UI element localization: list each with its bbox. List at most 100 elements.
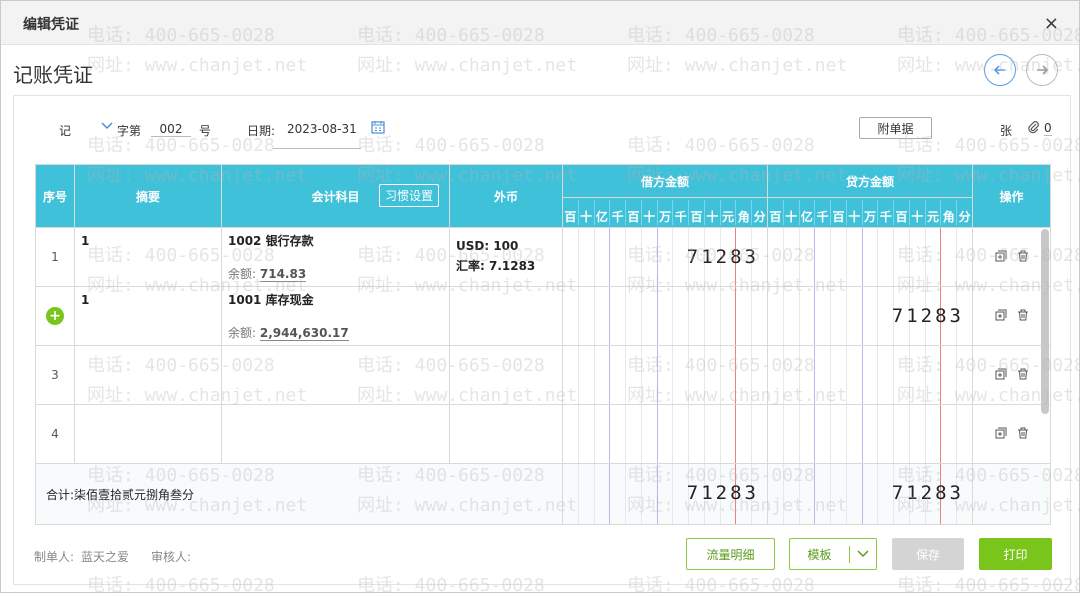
copy-icon[interactable]: [995, 427, 1007, 439]
habit-settings-button[interactable]: 习惯设置: [378, 184, 439, 207]
currency-cell[interactable]: [449, 404, 563, 464]
credit-cell[interactable]: 71283: [767, 286, 973, 346]
account-cell[interactable]: [221, 345, 450, 405]
account-cell[interactable]: [221, 404, 450, 464]
header-account: 会计科目 习惯设置: [221, 164, 450, 228]
copy-icon[interactable]: [995, 309, 1007, 321]
template-label: 模板: [790, 545, 850, 563]
fx-rate: 汇率: 7.1283: [456, 259, 536, 273]
header-currency: 外币: [449, 164, 563, 228]
seq-cell: 3: [35, 345, 75, 405]
digit-header-cell: 亿: [593, 200, 610, 225]
header-account-label: 会计科目: [311, 189, 360, 204]
digit-header-cell: 千: [609, 200, 625, 225]
copy-icon[interactable]: [995, 250, 1007, 262]
balance: 余额: 714.83: [228, 265, 307, 282]
copy-icon[interactable]: [995, 368, 1007, 380]
header-credit: 贷方金额: [767, 164, 973, 198]
header-ops: 操作: [972, 164, 1051, 228]
digit-header-cell: 角: [735, 200, 751, 225]
debit-cell[interactable]: 71283: [562, 227, 768, 287]
digit-header-cell: 百: [830, 200, 846, 225]
voucher-type[interactable]: 记: [59, 122, 71, 139]
currency-cell[interactable]: [449, 286, 563, 346]
digit-header-cell: 分: [956, 200, 972, 225]
paperclip-icon[interactable]: [1027, 120, 1041, 137]
attach-count[interactable]: 0: [1044, 121, 1052, 136]
account-cell[interactable]: 1002 银行存款 余额: 714.83: [221, 227, 450, 287]
seq-cell: +: [35, 286, 75, 346]
watermark-text: 网址: www.chanjet.net: [627, 55, 848, 76]
prev-voucher-button[interactable]: [984, 54, 1016, 86]
table-row[interactable]: +1 1001 库存现金 余额: 2,944,630.17 71283: [35, 286, 1051, 346]
digit-header-cell: 十: [640, 200, 657, 225]
dialog-title: 编辑凭证: [23, 17, 79, 33]
table-row[interactable]: 3: [35, 345, 1051, 405]
header-debit: 借方金额: [562, 164, 768, 198]
seq-cell: 4: [35, 404, 75, 464]
row-seq: 3: [51, 368, 59, 382]
digit-header-cell: 千: [672, 200, 688, 225]
trash-icon[interactable]: [1017, 427, 1029, 439]
voucher-table: 序号 摘要 会计科目 习惯设置 外币 借方金额 贷方金额 操作 百十亿千百十万千…: [35, 164, 1051, 525]
arrow-right-icon: [1037, 65, 1049, 75]
digit-header-cell: 千: [877, 200, 893, 225]
flow-detail-button[interactable]: 流量明细: [686, 538, 775, 570]
summary-cell[interactable]: 1: [74, 286, 222, 346]
template-button[interactable]: 模板: [789, 538, 877, 570]
digit-header-cell: 十: [703, 200, 720, 225]
summary-cell[interactable]: [74, 345, 222, 405]
chevron-down-icon[interactable]: [101, 120, 113, 134]
watermark-text: 网址: www.chanjet.net: [357, 55, 578, 76]
credit-cell[interactable]: [767, 404, 973, 464]
table-row[interactable]: 4: [35, 404, 1051, 464]
date-label: 日期:: [247, 124, 276, 138]
balance: 余额: 2,944,630.17: [228, 324, 349, 341]
voucher-number-input[interactable]: 002: [151, 122, 191, 137]
digit-header-cell: 元: [924, 200, 941, 225]
reviewer-label: 审核人:: [151, 550, 192, 564]
calendar-icon[interactable]: [371, 120, 385, 137]
digit-header-cell: 万: [861, 200, 878, 225]
save-button[interactable]: 保存: [892, 538, 964, 570]
row-seq: 1: [51, 250, 59, 264]
currency-cell[interactable]: USD: 100 汇率: 7.1283: [449, 227, 563, 287]
digit-header-cell: 百: [688, 200, 704, 225]
digit-header-cell: 百: [893, 200, 909, 225]
ops-cell: [972, 227, 1051, 287]
row-seq: 4: [51, 427, 59, 441]
table-scrollbar[interactable]: [1041, 229, 1049, 414]
trash-icon[interactable]: [1017, 250, 1029, 262]
hao-label: 号: [199, 124, 212, 138]
debit-cell[interactable]: [562, 286, 768, 346]
close-icon[interactable]: ×: [1044, 13, 1059, 34]
digit-header-cell: 千: [814, 200, 830, 225]
maker-name: 蓝天之爱: [81, 550, 130, 564]
total-label: 合计:柒佰壹拾贰元捌角叁分: [35, 463, 563, 525]
account-cell[interactable]: 1001 库存现金 余额: 2,944,630.17: [221, 286, 450, 346]
ops-cell: [972, 286, 1051, 346]
table-row[interactable]: 1 1 1002 银行存款 余额: 714.83 USD: 100 汇率: 7.1283 7…: [35, 227, 1051, 287]
credit-cell[interactable]: [767, 345, 973, 405]
print-button[interactable]: 打印: [979, 538, 1052, 570]
attach-docs-button[interactable]: 附单据: [859, 117, 932, 139]
total-credit-cell: 71283: [767, 463, 973, 525]
debit-cell[interactable]: [562, 404, 768, 464]
digit-header-cell: 分: [751, 200, 767, 225]
credit-cell[interactable]: [767, 227, 973, 287]
digit-header-cell: 百: [564, 210, 577, 224]
date-input[interactable]: 2023-08-31: [273, 122, 361, 149]
digit-header-cell: 元: [719, 200, 736, 225]
trash-icon[interactable]: [1017, 368, 1029, 380]
add-row-icon[interactable]: +: [46, 307, 64, 325]
summary-cell[interactable]: 1: [74, 227, 222, 287]
balance-label: 余额:: [228, 326, 257, 340]
next-voucher-button[interactable]: [1026, 54, 1058, 86]
debit-cell[interactable]: [562, 345, 768, 405]
total-debit-cell: 71283: [562, 463, 768, 525]
page-title: 记账凭证: [13, 63, 93, 87]
digit-header-cell: 十: [845, 200, 862, 225]
currency-cell[interactable]: [449, 345, 563, 405]
summary-cell[interactable]: [74, 404, 222, 464]
trash-icon[interactable]: [1017, 309, 1029, 321]
